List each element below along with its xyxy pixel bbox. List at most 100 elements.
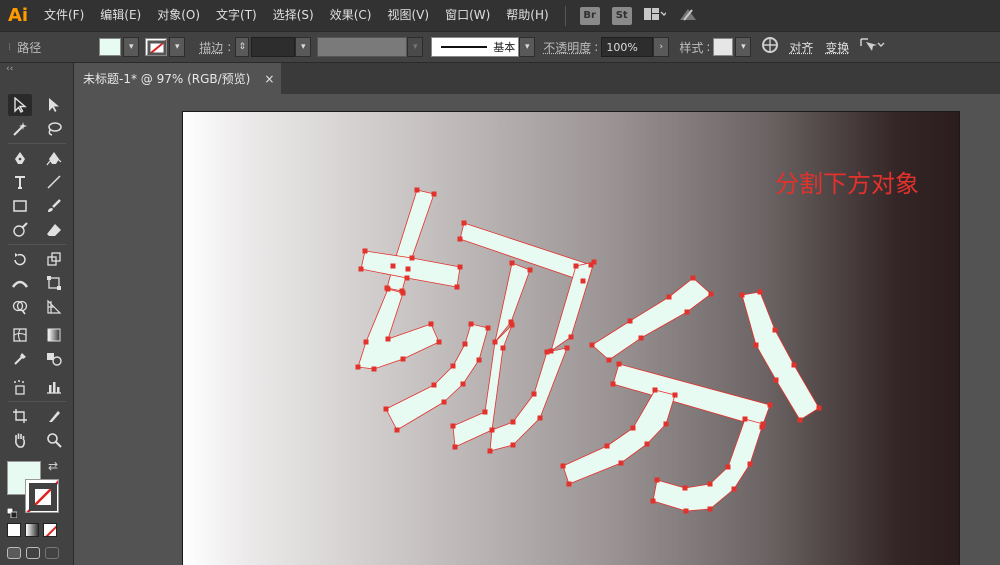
anchor-point[interactable] [654,477,660,483]
menu-effect[interactable]: 效果(C) [322,0,380,31]
opacity-field[interactable]: 100% [601,37,654,57]
bridge-button[interactable]: Br [579,6,600,25]
anchor-point[interactable] [414,187,420,193]
anchor-point[interactable] [753,342,759,348]
anchor-point[interactable] [454,284,460,290]
slice-tool-icon[interactable] [42,405,66,427]
brush-dropdown-chevron-icon[interactable]: ▾ [519,37,536,57]
anchor-point[interactable] [436,339,442,345]
style-dropdown-chevron-icon[interactable]: ▾ [735,37,752,57]
menu-window[interactable]: 窗口(W) [437,0,498,31]
anchor-point[interactable] [747,461,753,467]
column-graph-tool-icon[interactable] [42,376,66,398]
anchor-point[interactable] [441,399,447,405]
anchor-point[interactable] [405,266,411,272]
symbol-sprayer-tool-icon[interactable] [8,376,32,398]
default-colors-icon[interactable] [6,503,18,519]
scale-tool-icon[interactable] [42,248,66,270]
anchor-point[interactable] [457,264,463,270]
anchor-point[interactable] [725,464,731,470]
anchor-point[interactable] [394,427,400,433]
anchor-point[interactable] [461,220,467,226]
anchor-point[interactable] [358,266,364,272]
anchor-point[interactable] [589,342,595,348]
anchor-point[interactable] [816,405,822,411]
brush-definition-field[interactable]: 基本 [431,37,520,57]
anchor-point[interactable] [476,357,482,363]
anchor-point[interactable] [708,291,714,297]
anchor-point[interactable] [450,423,456,429]
qie-stroke-descender[interactable] [494,262,531,343]
stroke-swatch-large[interactable] [25,479,59,513]
anchor-point[interactable] [707,481,713,487]
anchor-point[interactable] [509,322,515,328]
anchor-point[interactable] [618,460,624,466]
anchor-point[interactable] [431,191,437,197]
anchor-point[interactable] [742,416,748,422]
rotate-tool-icon[interactable] [8,248,32,270]
anchor-point[interactable] [510,419,516,425]
anchor-point[interactable] [767,402,773,408]
gradient-tool-icon[interactable] [42,324,66,346]
anchor-point[interactable] [773,377,779,383]
anchor-point[interactable] [462,341,468,347]
recolor-artwork-icon[interactable] [761,36,779,58]
anchor-point[interactable] [573,263,579,269]
anchor-point[interactable] [428,321,434,327]
anchor-point[interactable] [652,387,658,393]
anchor-point[interactable] [492,339,498,345]
zoom-tool-icon[interactable] [42,429,66,451]
anchor-point[interactable] [591,259,597,265]
anchor-point[interactable] [757,289,763,295]
draw-normal-icon[interactable] [7,547,21,559]
close-tab-icon[interactable]: × [264,72,274,86]
transform-button[interactable]: 变换 [825,39,849,56]
anchor-point[interactable] [400,356,406,362]
anchor-point[interactable] [544,349,550,355]
menu-edit[interactable]: 编辑(E) [92,0,149,31]
opacity-expand-arrow-icon[interactable]: › [653,37,670,57]
shape-builder-tool-icon[interactable] [8,296,32,318]
anchor-point[interactable] [537,415,543,421]
anchor-point[interactable] [482,409,488,415]
anchor-point[interactable] [409,255,415,261]
anchor-point[interactable] [371,366,377,372]
shaper-tool-icon[interactable] [8,219,32,241]
anchor-point[interactable] [663,421,669,427]
anchor-point[interactable] [500,345,506,351]
paintbrush-tool-icon[interactable] [42,195,66,217]
anchor-point[interactable] [400,290,406,296]
anchor-point[interactable] [684,309,690,315]
lasso-tool-icon[interactable] [42,118,66,140]
free-transform-tool-icon[interactable] [42,272,66,294]
anchor-point[interactable] [362,248,368,254]
blend-tool-icon[interactable] [42,348,66,370]
anchor-point[interactable] [791,362,797,368]
anchor-point[interactable] [468,321,474,327]
magic-wand-tool-icon[interactable] [8,118,32,140]
anchor-point[interactable] [452,444,458,450]
anchor-point[interactable] [610,381,616,387]
fen-stroke-left-sweep[interactable] [591,277,712,361]
perspective-grid-tool-icon[interactable] [42,296,66,318]
anchor-point[interactable] [531,391,537,397]
pen-tool-icon[interactable] [8,147,32,169]
anchor-point[interactable] [650,498,656,504]
artboard-tool-icon[interactable] [8,405,32,427]
anchor-point[interactable] [797,417,803,423]
curvature-tool-icon[interactable] [42,147,66,169]
anchor-point[interactable] [760,421,766,427]
workspace-layout-icon[interactable] [643,7,668,25]
mesh-tool-icon[interactable] [8,324,32,346]
stock-button[interactable]: St [611,6,632,25]
selection-tool-icon[interactable] [8,94,32,116]
anchor-point[interactable] [630,425,636,431]
anchor-point[interactable] [731,486,737,492]
anchor-point[interactable] [690,275,696,281]
variable-width-profile-field[interactable] [317,37,408,57]
stroke-label[interactable]: 描边 [199,39,223,56]
glyph-qie-outlined[interactable] [357,189,595,452]
anchor-point[interactable] [627,318,633,324]
fill-dropdown-chevron-icon[interactable]: ▾ [123,37,140,57]
align-button[interactable]: 对齐 [789,39,813,56]
